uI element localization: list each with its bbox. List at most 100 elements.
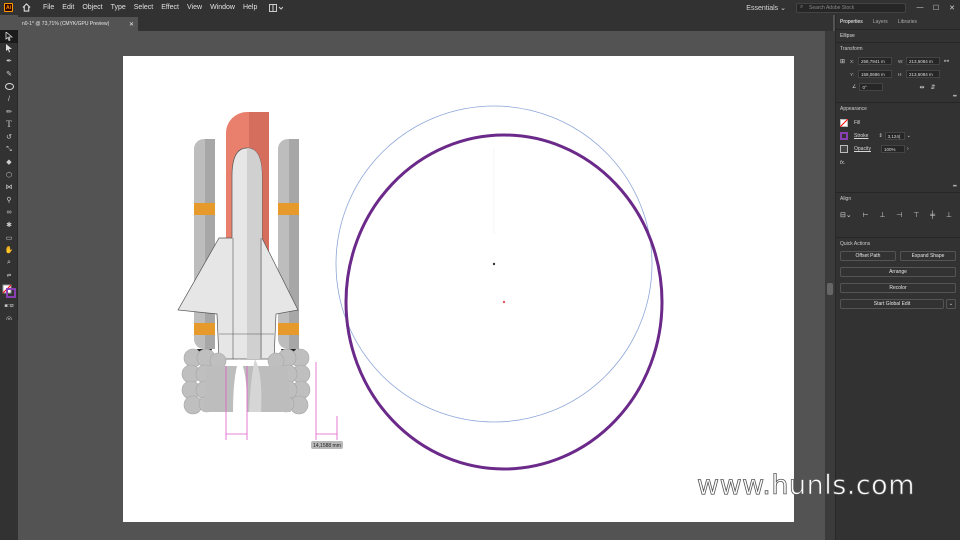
x-field[interactable]: 258,7941 m: [858, 57, 892, 65]
stroke-swatch[interactable]: [840, 132, 848, 140]
curvature-tool-icon[interactable]: ✎: [0, 68, 18, 81]
arrange-documents-button[interactable]: [269, 3, 284, 12]
workspace-switcher[interactable]: Essentials ⌄: [746, 4, 786, 12]
type-tool-icon[interactable]: T: [0, 118, 18, 131]
brush-tool-icon[interactable]: /: [0, 93, 18, 106]
align-to-icon[interactable]: ⊟⌄: [840, 211, 852, 219]
appearance-more-options[interactable]: •••: [953, 184, 957, 190]
hand-tool-icon[interactable]: ✋: [0, 244, 18, 257]
menu-object[interactable]: Object: [82, 4, 102, 11]
recolor-button[interactable]: Recolor: [840, 283, 956, 293]
reference-point-icon[interactable]: ⊞: [840, 58, 850, 65]
tab-layers[interactable]: Layers: [873, 19, 888, 25]
minimize-icon[interactable]: —: [912, 4, 928, 12]
right-booster-band-2: [278, 323, 299, 335]
tab-properties[interactable]: Properties: [840, 19, 863, 25]
selection-tool-icon[interactable]: [0, 30, 18, 43]
stroke-label[interactable]: Stroke: [854, 133, 868, 139]
document-tab[interactable]: n0-1* @ 73,71% (CMYK/GPU Preview) ✕: [18, 17, 138, 31]
close-icon[interactable]: ✕: [944, 4, 960, 12]
align-left-icon[interactable]: ⊢: [863, 211, 869, 219]
arrange-button[interactable]: Arrange: [840, 267, 956, 277]
artboard[interactable]: 14,1588 mm: [123, 56, 794, 522]
flip-vertical-icon[interactable]: ⇵: [931, 84, 936, 91]
left-booster-band-2: [194, 323, 215, 335]
pen-tool-icon[interactable]: ✒: [0, 55, 18, 68]
menubar-right: Essentials ⌄ ⌕ Search Adobe Stock — ☐ ✕: [746, 0, 960, 15]
pencil-tool-icon[interactable]: ✏: [0, 106, 18, 119]
center-point-ellipse: [502, 300, 506, 304]
global-edit-options-icon[interactable]: ⌄: [946, 299, 956, 309]
x-label: X:: [850, 58, 855, 64]
angle-field[interactable]: 0°: [859, 83, 884, 91]
align-vcenter-icon[interactable]: ╪: [930, 212, 935, 219]
w-field[interactable]: 213,6084 m: [906, 57, 940, 65]
align-top-icon[interactable]: ⊤: [913, 211, 919, 219]
menu-select[interactable]: Select: [134, 4, 153, 11]
menu-effect[interactable]: Effect: [161, 4, 179, 11]
effects-icon[interactable]: fx.: [840, 160, 845, 166]
menu-edit[interactable]: Edit: [62, 4, 74, 11]
zoom-tool-icon[interactable]: ⌕: [0, 257, 18, 270]
h-label: H:: [898, 71, 903, 77]
panel-tabs: Properties Layers Libraries: [836, 15, 960, 30]
properties-panel: Properties Layers Libraries Ellipse Tran…: [835, 15, 960, 540]
align-right-icon[interactable]: ⊣: [896, 211, 902, 219]
direct-selection-tool-icon[interactable]: [0, 43, 18, 56]
stroke-weight-field[interactable]: 3,124(: [884, 132, 905, 140]
close-tab-icon[interactable]: ✕: [129, 21, 134, 28]
rotate-angle-icon: ∠: [852, 84, 857, 90]
stock-search-input[interactable]: ⌕ Search Adobe Stock: [796, 2, 906, 13]
opacity-field[interactable]: 100%: [880, 145, 905, 153]
transform-section: Transform ⊞ X: 258,7941 m W: 213,6084 m …: [836, 43, 960, 103]
opacity-dropdown-icon[interactable]: ›: [907, 146, 909, 152]
tools-panel: ✒ ✎ / ✏ T ↺ ⤡ ◆ ⬡ ⋈ ⚲ ∞ ✱ ▭ ✋ ⌕ ⇄ ■□⧄ ◎ …: [0, 30, 18, 347]
ellipse-tool-icon[interactable]: [0, 80, 18, 93]
home-icon[interactable]: [21, 3, 31, 13]
swap-colors-icon[interactable]: ⇄: [0, 269, 18, 282]
link-proportions-icon[interactable]: ⚯: [944, 58, 949, 65]
offset-path-button[interactable]: Offset Path: [840, 251, 896, 261]
rotate-tool-icon[interactable]: ↺: [0, 131, 18, 144]
flip-horizontal-icon[interactable]: ⇹: [919, 84, 924, 91]
artboard-tool-icon[interactable]: ▭: [0, 232, 18, 245]
scale-tool-icon[interactable]: ⤡: [0, 143, 18, 156]
blend-tool-icon[interactable]: ∞: [0, 206, 18, 219]
symbol-tool-icon[interactable]: ✱: [0, 219, 18, 232]
menu-type[interactable]: Type: [111, 4, 126, 11]
h-field[interactable]: 213,6084 m: [906, 70, 940, 78]
panel-grip[interactable]: [827, 283, 833, 295]
maximize-icon[interactable]: ☐: [928, 4, 944, 12]
artwork[interactable]: 14,1588 mm: [123, 56, 794, 522]
stroke-stepper-icon[interactable]: ⇕: [878, 133, 882, 139]
expand-shape-button[interactable]: Expand Shape: [900, 251, 956, 261]
transform-more-options[interactable]: •••: [953, 94, 957, 100]
y-field[interactable]: 158,0686 m: [858, 70, 892, 78]
color-mode-icon[interactable]: ■□⧄: [0, 300, 18, 313]
opacity-icon: [840, 145, 848, 153]
right-booster-band-1: [278, 203, 299, 215]
shape-builder-tool-icon[interactable]: ⬡: [0, 169, 18, 182]
opacity-label[interactable]: Opacity: [854, 146, 871, 152]
menu-window[interactable]: Window: [210, 4, 235, 11]
workspace-label: Essentials: [746, 4, 779, 12]
fill-swatch[interactable]: [840, 119, 848, 127]
orbiter-shade: [247, 148, 262, 359]
transform-title: Transform: [840, 46, 863, 52]
left-gutter: [0, 320, 18, 540]
tab-libraries[interactable]: Libraries: [898, 19, 917, 25]
menu-file[interactable]: File: [43, 4, 54, 11]
menu-view[interactable]: View: [187, 4, 202, 11]
stroke-dropdown-icon[interactable]: ⌄: [907, 133, 911, 139]
fill-stroke-swatch[interactable]: [0, 282, 18, 300]
align-title: Align: [840, 196, 852, 202]
menu-help[interactable]: Help: [243, 4, 257, 11]
width-tool-icon[interactable]: ⋈: [0, 181, 18, 194]
align-bottom-icon[interactable]: ⊥: [946, 211, 952, 219]
eraser-tool-icon[interactable]: ◆: [0, 156, 18, 169]
align-hcenter-icon[interactable]: ⊥: [879, 211, 885, 219]
start-global-edit-button[interactable]: Start Global Edit: [840, 299, 944, 309]
eyedropper-tool-icon[interactable]: ⚲: [0, 194, 18, 207]
menu-bar: Ai File Edit Object Type Select Effect V…: [0, 0, 960, 15]
panel-collapse-gutter: [825, 31, 835, 540]
